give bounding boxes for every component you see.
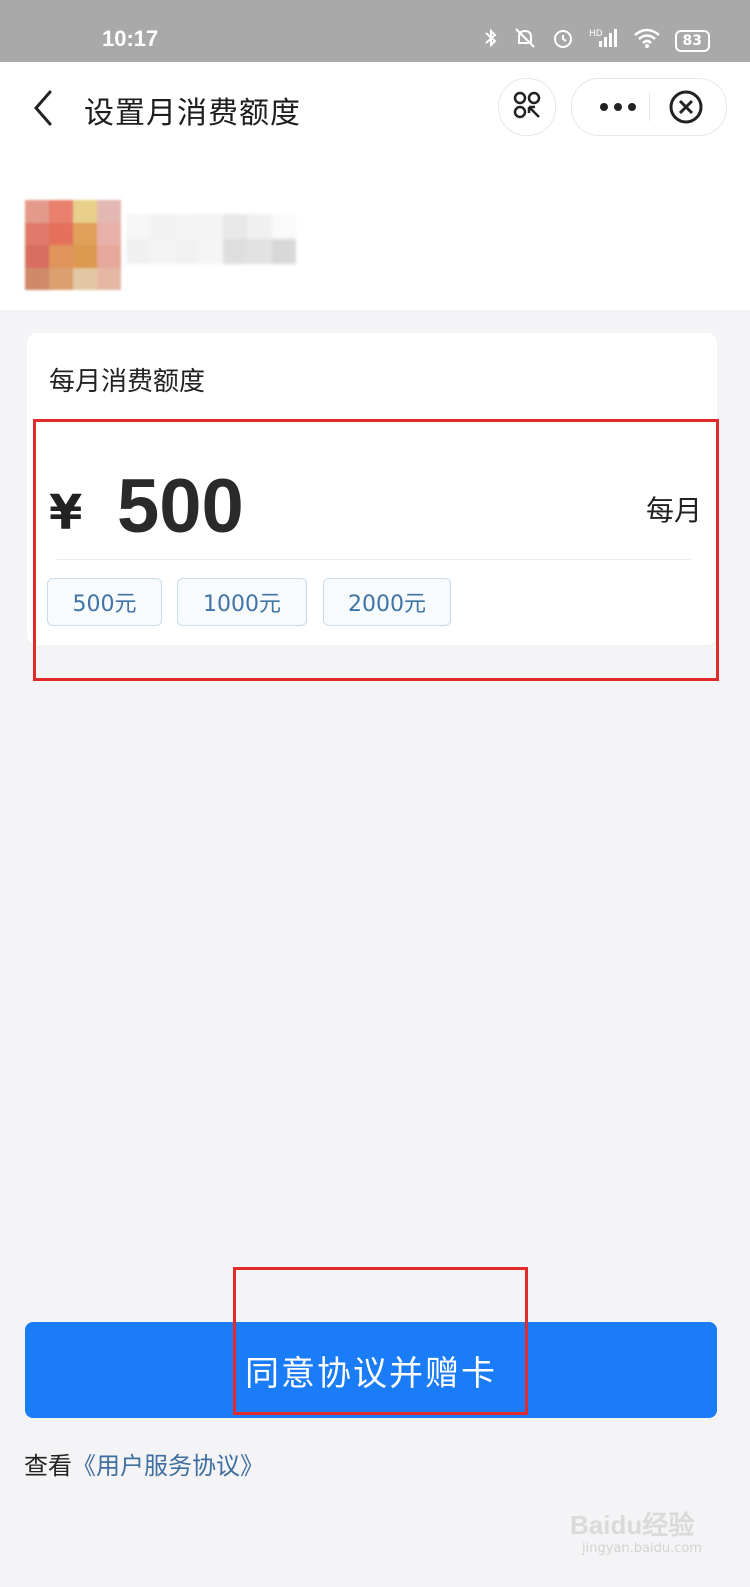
capsule-menu xyxy=(571,78,727,136)
svg-text:HD: HD xyxy=(589,29,603,39)
baidu-watermark-url: jingyan.baidu.com xyxy=(582,1541,702,1556)
mini-program-header: 设置月消费额度 xyxy=(0,62,750,154)
highlight-box-submit xyxy=(233,1267,528,1415)
merchant-name-blurred xyxy=(126,214,296,264)
highlight-box-amount xyxy=(33,419,719,681)
back-icon[interactable] xyxy=(28,88,58,128)
merchant-info xyxy=(0,154,750,310)
wifi-icon xyxy=(633,27,661,54)
scan-icon xyxy=(511,89,543,125)
agreement-prefix: 查看 xyxy=(24,1452,72,1480)
status-icons: HD 83 xyxy=(483,26,710,55)
agreement-text: 查看《用户服务协议》 xyxy=(24,1446,264,1481)
status-bar: 10:17 HD 83 xyxy=(0,0,750,62)
status-time: 10:17 xyxy=(102,26,159,51)
more-icon[interactable] xyxy=(594,93,642,121)
user-agreement-link[interactable]: 《用户服务协议》 xyxy=(72,1452,264,1480)
scan-button[interactable] xyxy=(498,78,556,136)
page-title: 设置月消费额度 xyxy=(84,96,301,131)
close-icon[interactable] xyxy=(668,89,704,125)
merchant-logo xyxy=(25,200,121,290)
signal-icon: HD xyxy=(589,27,619,54)
capsule-divider xyxy=(649,93,650,121)
mute-icon xyxy=(513,27,537,54)
quota-card-title: 每月消费额度 xyxy=(49,367,206,397)
battery-icon: 83 xyxy=(674,29,710,52)
bluetooth-icon xyxy=(483,27,499,54)
alarm-icon xyxy=(551,26,575,55)
baidu-watermark: Baidu经验 xyxy=(570,1510,695,1540)
